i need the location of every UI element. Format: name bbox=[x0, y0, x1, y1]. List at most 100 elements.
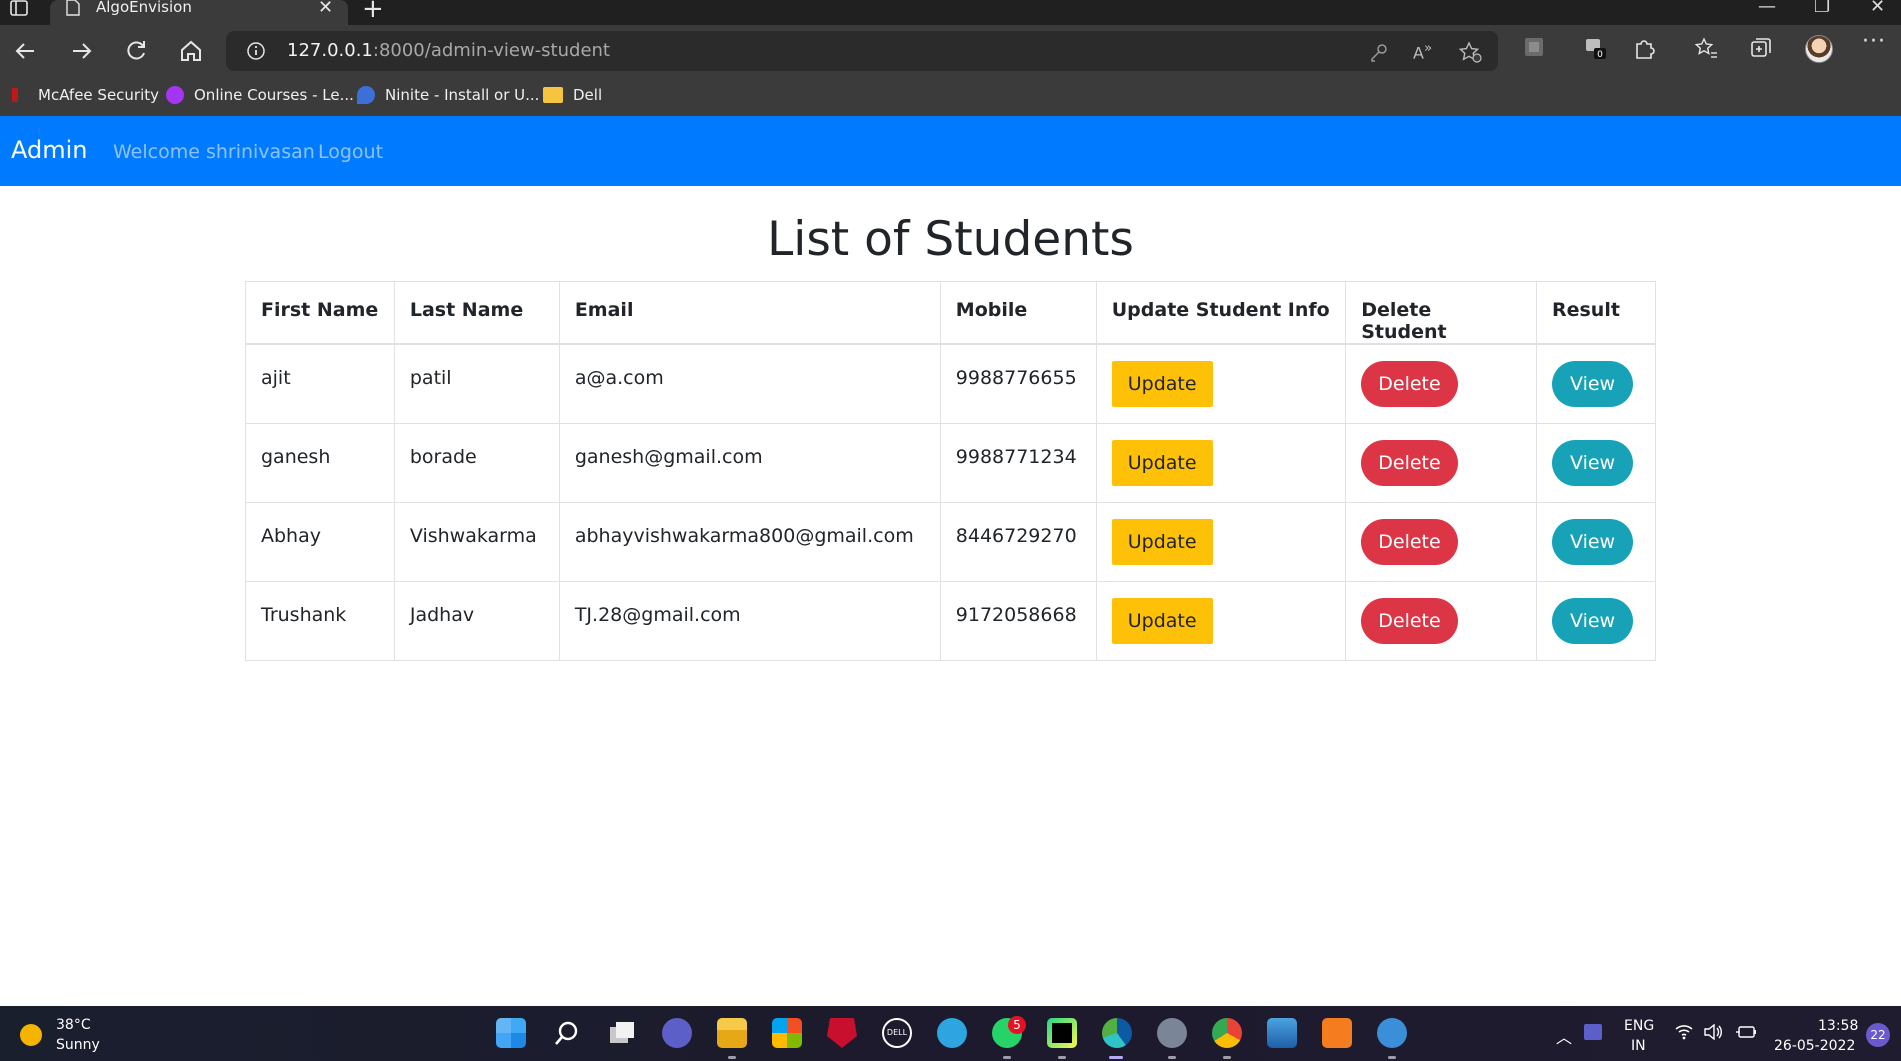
xampp-icon[interactable] bbox=[1322, 1018, 1352, 1048]
pycharm-icon[interactable] bbox=[1047, 1018, 1077, 1048]
restore-icon[interactable]: ❐ bbox=[1814, 0, 1830, 17]
add-favorite-icon[interactable] bbox=[1458, 41, 1482, 63]
cell-email: a@a.com bbox=[558, 343, 941, 424]
new-tab-icon[interactable]: + bbox=[362, 0, 384, 24]
chevron-up-icon[interactable]: ︿ bbox=[1556, 1024, 1572, 1048]
url-path: :8000/admin-view-student bbox=[372, 40, 610, 61]
edge-icon[interactable] bbox=[1102, 1018, 1132, 1048]
cell-delete: Delete bbox=[1345, 501, 1537, 582]
back-icon[interactable] bbox=[12, 37, 40, 65]
minimize-icon[interactable]: — bbox=[1758, 0, 1776, 17]
region-indicator[interactable]: IN bbox=[1631, 1038, 1646, 1054]
mcafee-app-icon[interactable] bbox=[827, 1018, 857, 1048]
cell-email: ganesh@gmail.com bbox=[558, 422, 941, 503]
students-table: First Name Last Name Email Mobile Update… bbox=[245, 281, 1657, 661]
delete-button[interactable]: Delete bbox=[1361, 361, 1458, 407]
update-button[interactable]: Update bbox=[1111, 361, 1213, 407]
navbar-brand[interactable]: Admin bbox=[11, 136, 88, 164]
url-text: 127.0.0.1:8000/admin-view-student bbox=[287, 40, 610, 61]
delete-button[interactable]: Delete bbox=[1361, 439, 1458, 486]
cell-email: abhayvishwakarma800@gmail.com bbox=[558, 501, 941, 582]
favorites-icon[interactable] bbox=[1694, 36, 1718, 60]
more-menu-icon[interactable]: ··· bbox=[1862, 29, 1886, 54]
notifications-badge[interactable]: 22 bbox=[1866, 1023, 1890, 1047]
close-window-icon[interactable]: ✕ bbox=[1870, 0, 1885, 17]
store-icon[interactable] bbox=[772, 1018, 802, 1048]
settings-gear-icon[interactable] bbox=[1157, 1018, 1187, 1048]
chrome-icon[interactable] bbox=[1212, 1018, 1242, 1048]
globe-app-icon[interactable] bbox=[1377, 1018, 1407, 1048]
close-tab-icon[interactable]: ✕ bbox=[318, 0, 333, 18]
header-first-name: First Name bbox=[245, 281, 395, 345]
view-button[interactable]: View bbox=[1551, 518, 1634, 565]
cell-mobile: 9988771234 bbox=[939, 422, 1097, 503]
delete-button[interactable]: Delete bbox=[1361, 597, 1458, 644]
running-indicator bbox=[1223, 1056, 1231, 1059]
cell-result: View bbox=[1535, 343, 1657, 424]
cell-last-name: patil bbox=[393, 343, 560, 424]
svg-text:0: 0 bbox=[1597, 50, 1603, 60]
cell-mobile: 8446729270 bbox=[939, 501, 1097, 582]
running-indicator bbox=[1003, 1056, 1011, 1059]
photos-icon[interactable] bbox=[1267, 1018, 1297, 1048]
home-icon[interactable] bbox=[177, 37, 205, 65]
volume-icon[interactable] bbox=[1703, 1023, 1723, 1044]
task-view-icon[interactable] bbox=[607, 1018, 637, 1048]
cell-first-name: ganesh bbox=[245, 422, 395, 503]
nav-welcome-link[interactable]: Welcome shrinivasan bbox=[113, 141, 315, 163]
language-indicator[interactable]: ENG bbox=[1624, 1018, 1654, 1034]
extension-counter-icon[interactable]: 0 bbox=[1583, 36, 1607, 60]
ninite-icon bbox=[357, 86, 375, 104]
extensions-puzzle-icon[interactable] bbox=[1632, 36, 1656, 60]
cell-last-name: Vishwakarma bbox=[393, 501, 560, 582]
view-button[interactable]: View bbox=[1551, 361, 1634, 407]
read-aloud-icon[interactable]: A» bbox=[1413, 41, 1435, 63]
file-explorer-icon[interactable] bbox=[717, 1018, 747, 1048]
view-button[interactable]: View bbox=[1551, 597, 1634, 644]
udemy-icon bbox=[166, 86, 184, 104]
bookmark-online-courses[interactable]: Online Courses - Le... bbox=[166, 83, 354, 107]
refresh-icon[interactable] bbox=[122, 37, 150, 65]
profile-avatar[interactable] bbox=[1805, 35, 1833, 63]
tab-actions-icon[interactable] bbox=[9, 0, 33, 18]
bookmark-label: Online Courses - Le... bbox=[194, 86, 354, 104]
update-button[interactable]: Update bbox=[1111, 439, 1213, 486]
bookmark-mcafee[interactable]: McAfee Security bbox=[12, 83, 159, 107]
header-result: Result bbox=[1535, 281, 1657, 345]
running-indicator bbox=[1388, 1056, 1396, 1059]
teams-tray-icon[interactable] bbox=[1584, 1024, 1602, 1040]
telegram-icon[interactable] bbox=[937, 1018, 967, 1048]
tab-title: AlgoEnvision bbox=[96, 0, 192, 16]
view-button[interactable]: View bbox=[1551, 439, 1634, 486]
weather-temperature[interactable]: 38°C bbox=[56, 1017, 91, 1033]
dell-app-icon[interactable]: DELL bbox=[882, 1018, 912, 1048]
battery-icon[interactable] bbox=[1735, 1024, 1757, 1044]
weather-description[interactable]: Sunny bbox=[56, 1037, 100, 1053]
cell-delete: Delete bbox=[1345, 422, 1537, 503]
forward-icon[interactable] bbox=[67, 37, 95, 65]
cell-update: Update bbox=[1095, 501, 1347, 582]
bookmark-ninite[interactable]: Ninite - Install or U... bbox=[357, 83, 539, 107]
wifi-icon[interactable] bbox=[1675, 1024, 1693, 1044]
extension-icon[interactable] bbox=[1523, 36, 1547, 60]
bookmark-dell[interactable]: Dell bbox=[543, 83, 602, 107]
cell-last-name: Jadhav bbox=[393, 580, 560, 661]
active-tab[interactable]: AlgoEnvision ✕ bbox=[50, 0, 348, 25]
nav-logout-link[interactable]: Logout bbox=[318, 141, 383, 163]
password-key-icon[interactable] bbox=[1368, 41, 1390, 63]
page-icon bbox=[66, 0, 82, 17]
update-button[interactable]: Update bbox=[1111, 597, 1213, 644]
teams-chat-icon[interactable] bbox=[662, 1018, 692, 1048]
sun-icon[interactable] bbox=[20, 1024, 42, 1046]
collections-icon[interactable] bbox=[1749, 36, 1773, 60]
address-bar[interactable]: 127.0.0.1:8000/admin-view-student A» bbox=[226, 31, 1498, 71]
running-indicator bbox=[1168, 1056, 1176, 1059]
site-info-icon[interactable] bbox=[246, 41, 266, 61]
search-icon[interactable] bbox=[552, 1018, 582, 1048]
delete-button[interactable]: Delete bbox=[1361, 518, 1458, 565]
clock-time[interactable]: 13:58 bbox=[1818, 1018, 1858, 1034]
bookmark-label: Dell bbox=[573, 86, 603, 104]
clock-date[interactable]: 26-05-2022 bbox=[1774, 1038, 1855, 1054]
update-button[interactable]: Update bbox=[1111, 518, 1213, 565]
start-icon[interactable] bbox=[496, 1018, 526, 1048]
